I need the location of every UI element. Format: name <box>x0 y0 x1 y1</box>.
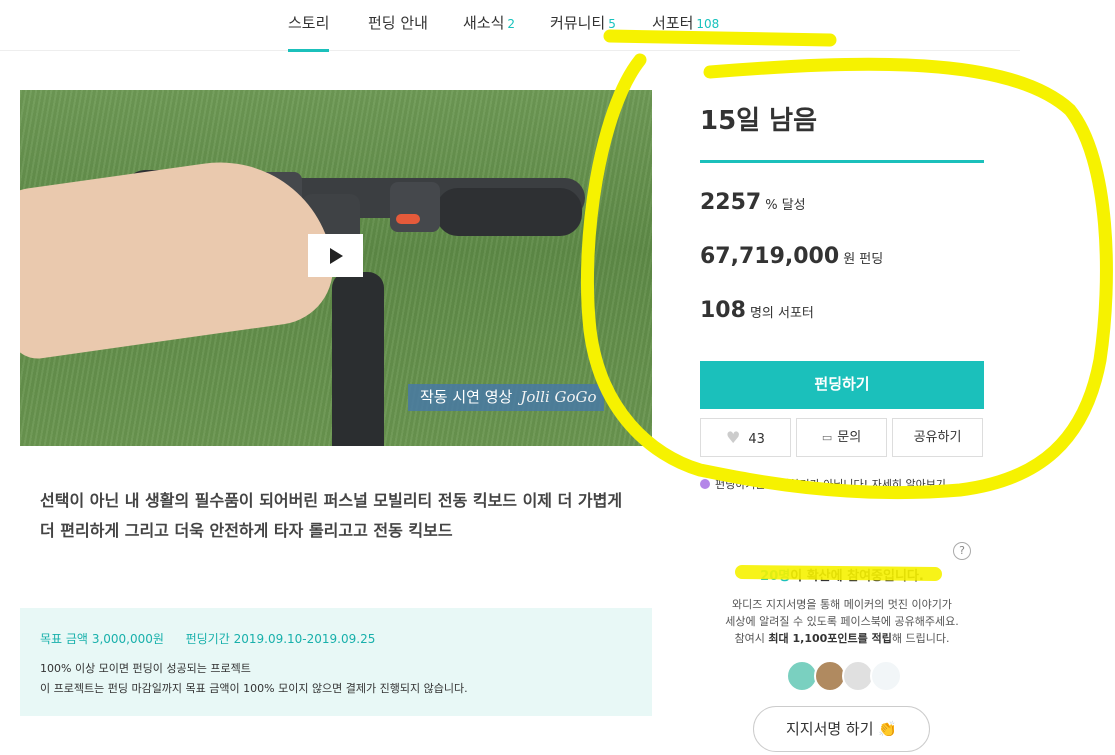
achieved-unit: % 달성 <box>765 198 806 213</box>
support-desc-line-3: 참여시 최대 1,100포인트를 적립해 드립니다. <box>700 630 984 647</box>
tab-count: 5 <box>608 17 616 31</box>
heart-icon: ♥ <box>726 428 741 447</box>
support-description: 와디즈 지지서명을 통해 메이커의 멋진 이야기가 세상에 알려질 수 있도록 … <box>700 596 984 647</box>
like-count: 43 <box>748 432 765 447</box>
funded-stat: 67,719,000 원 펀딩 <box>700 244 883 269</box>
tab-funding-info[interactable]: 펀딩 안내 <box>368 12 428 51</box>
supporters-unit: 명의 서포터 <box>749 306 814 321</box>
goal-amount-label: 목표 금액 <box>40 632 88 646</box>
supporters-value: 108 <box>700 298 746 323</box>
comment-icon: ▭ <box>821 431 833 444</box>
tab-label: 커뮤니티 <box>550 14 606 32</box>
supporters-stat: 108 명의 서포터 <box>700 298 814 323</box>
share-button[interactable]: 공유하기 <box>892 418 983 457</box>
goal-info-box: 목표 금액 3,000,000원 펀딩기간 2019.09.10-2019.09… <box>20 608 652 716</box>
inquiry-label: 문의 <box>837 430 862 445</box>
scooter-right-light <box>396 214 420 224</box>
sign-support-button[interactable]: 지지서명 하기 👏 <box>753 706 930 752</box>
tab-community[interactable]: 커뮤니티 5 <box>550 12 616 51</box>
support-title-text: 이 확산에 참여중입니다. <box>790 569 924 584</box>
notice-learn-more-link[interactable]: 자세히 알아보기 <box>872 478 946 491</box>
clap-icon: 👏 <box>878 720 898 738</box>
tab-supporters[interactable]: 서포터 108 <box>652 12 719 51</box>
tab-label: 새소식 <box>463 14 505 32</box>
top-tab-bar: 스토리 펀딩 안내 새소식 2 커뮤니티 5 서포터 108 <box>0 0 1020 52</box>
scooter-stem <box>332 272 384 446</box>
tab-count: 108 <box>696 17 720 31</box>
share-label: 공유하기 <box>913 430 962 445</box>
help-icon[interactable]: ? <box>953 542 971 560</box>
funding-notice: 펀딩하기는 쇼핑하기가 아닙니다! 자세히 알아보기 <box>700 476 946 492</box>
scooter-right-grip <box>436 188 582 236</box>
notice-text: 펀딩하기는 쇼핑하기가 아닙니다! <box>715 478 869 491</box>
tab-news[interactable]: 새소식 2 <box>463 12 515 51</box>
goal-line-2: 이 프로젝트는 펀딩 마감일까지 목표 금액이 100% 모이지 않으면 결제가… <box>40 682 468 695</box>
achieved-stat: 2257% 달성 <box>700 190 806 215</box>
funded-value: 67,719,000 <box>700 244 840 269</box>
achieved-value: 2257 <box>700 190 762 215</box>
goal-period: 2019.09.10-2019.09.25 <box>233 632 376 646</box>
tab-label: 펀딩 안내 <box>368 14 428 32</box>
support-desc-pre: 참여시 <box>734 632 769 645</box>
video-caption: 작동 시연 영상 Jolli GoGo <box>408 384 604 411</box>
notice-dot-icon <box>700 479 710 489</box>
support-title: 20명이 확산에 참여중입니다. <box>700 565 984 584</box>
support-desc-line-2: 세상에 알려질 수 있도록 페이스북에 공유해주세요. <box>725 615 959 628</box>
goal-amount: 3,000,000원 <box>91 632 164 646</box>
days-remaining: 15일 남음 <box>700 106 817 136</box>
avatar[interactable] <box>870 660 902 692</box>
funded-unit: 원 펀딩 <box>843 252 884 267</box>
sign-label: 지지서명 하기 <box>785 720 874 738</box>
video-player[interactable]: 작동 시연 영상 Jolli GoGo <box>20 90 652 446</box>
support-count: 20명 <box>760 569 791 584</box>
tab-story[interactable]: 스토리 <box>288 12 330 52</box>
goal-summary: 목표 금액 3,000,000원 펀딩기간 2019.09.10-2019.09… <box>40 630 375 647</box>
inquiry-button[interactable]: ▭ 문의 <box>796 418 887 457</box>
support-desc-line-1: 와디즈 지지서명을 통해 메이커의 멋진 이야기가 <box>732 598 952 611</box>
tab-label: 스토리 <box>288 14 330 32</box>
goal-line-1: 100% 이상 모이면 펀딩이 성공되는 프로젝트 <box>40 662 251 675</box>
tab-count: 2 <box>507 17 516 31</box>
like-button[interactable]: ♥ 43 <box>700 418 791 457</box>
tab-label: 서포터 <box>652 14 694 32</box>
progress-divider <box>700 160 984 163</box>
support-desc-post: 해 드립니다. <box>891 632 950 645</box>
fund-button[interactable]: 펀딩하기 <box>700 361 984 409</box>
project-description: 선택이 아닌 내 생활의 필수품이 되어버린 퍼스널 모빌리티 전동 킥보드 이… <box>40 491 623 540</box>
caption-text: 작동 시연 영상 <box>420 388 513 406</box>
goal-period-label: 펀딩기간 <box>185 632 230 646</box>
play-icon[interactable] <box>308 234 363 277</box>
support-desc-bold: 최대 1,100포인트를 적립 <box>768 632 892 645</box>
scooter-right-clamp <box>390 182 440 232</box>
caption-logo: Jolli GoGo <box>520 388 597 406</box>
